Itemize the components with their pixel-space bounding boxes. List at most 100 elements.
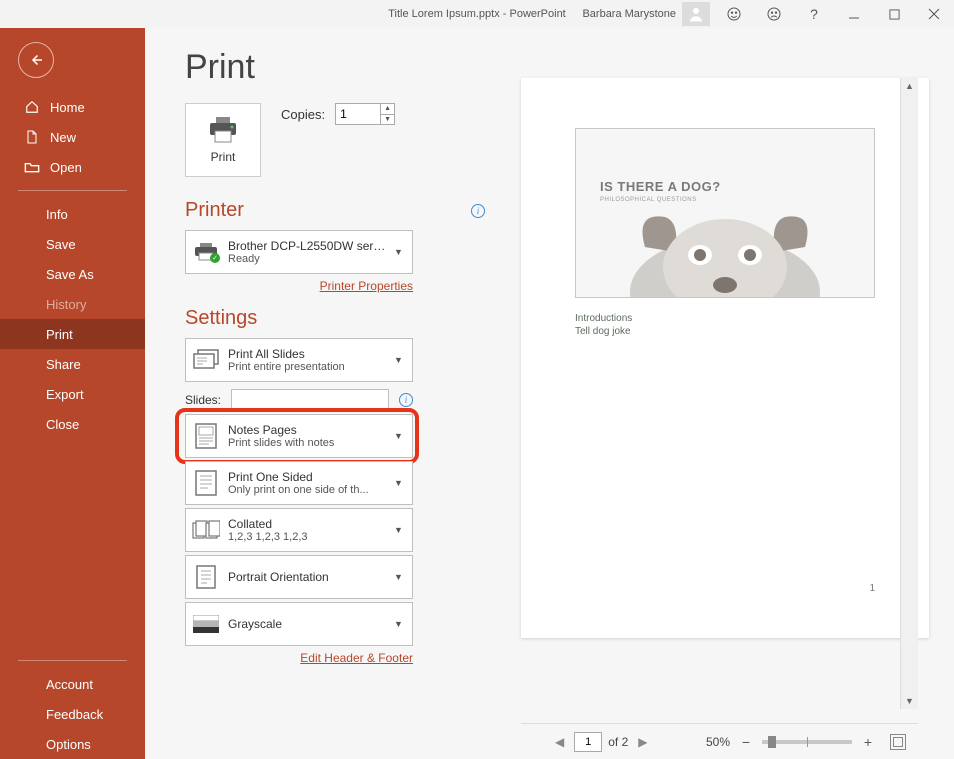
smile-icon[interactable] <box>714 0 754 28</box>
close-button[interactable] <box>914 0 954 28</box>
vertical-scrollbar[interactable]: ▲ ▼ <box>900 78 918 709</box>
portrait-icon <box>192 563 220 591</box>
print-panel: Print Print Copies: 1 ▲▼ <box>145 28 954 759</box>
sidebar-item-open[interactable]: Open <box>0 152 145 182</box>
current-page-input[interactable]: 1 <box>574 732 602 752</box>
avatar[interactable] <box>682 2 710 26</box>
frown-icon[interactable] <box>754 0 794 28</box>
preview-page: IS THERE A DOG? PHILOSOPHICAL QUESTIONS <box>521 78 929 638</box>
sides-dropdown[interactable]: Print One Sided Only print on one side o… <box>185 461 413 505</box>
sidebar-label: Save <box>46 237 76 252</box>
sidebar-label: Open <box>50 160 82 175</box>
sidebar-item-close[interactable]: Close <box>0 409 145 439</box>
preview-bottom-bar: ◀ 1 of 2 ▶ 50% − + <box>521 723 918 759</box>
sidebar-label: Options <box>46 737 91 752</box>
slide-title-text: IS THERE A DOG? <box>600 179 721 194</box>
sidebar-item-export[interactable]: Export <box>0 379 145 409</box>
help-icon[interactable]: ? <box>794 0 834 28</box>
sidebar-label: Print <box>46 327 73 342</box>
sidebar-label: Info <box>46 207 68 222</box>
chevron-down-icon: ▼ <box>394 247 406 257</box>
scroll-down-icon[interactable]: ▼ <box>901 693 918 709</box>
slides-range-input[interactable] <box>231 389 389 411</box>
collated-dropdown[interactable]: Collated 1,2,3 1,2,3 1,2,3 ▼ <box>185 508 413 552</box>
sidebar-label: Close <box>46 417 79 432</box>
settings-heading: Settings <box>185 307 257 330</box>
document-title: Title Lorem Ipsum.pptx - PowerPoint <box>388 8 566 20</box>
minimize-button[interactable] <box>834 0 874 28</box>
chevron-down-icon: ▼ <box>394 572 406 582</box>
layout-dropdown[interactable]: Notes Pages Print slides with notes ▼ <box>185 414 413 458</box>
chevron-down-icon: ▼ <box>394 431 406 441</box>
sidebar-separator <box>18 190 127 191</box>
zoom-out-button[interactable]: − <box>738 734 754 750</box>
scroll-up-icon[interactable]: ▲ <box>901 78 918 94</box>
backstage-sidebar: Home New Open Info Save Save As History … <box>0 28 145 759</box>
copies-input[interactable]: 1 ▲▼ <box>335 103 395 125</box>
fit-to-window-button[interactable] <box>890 734 906 750</box>
page-count-label: of 2 <box>608 735 628 749</box>
printer-status-icon: ✓ <box>192 238 220 266</box>
sidebar-item-share[interactable]: Share <box>0 349 145 379</box>
setting-title: Collated <box>228 517 386 531</box>
prev-page-button[interactable]: ◀ <box>551 735 568 749</box>
print-button[interactable]: Print <box>185 103 261 177</box>
preview-page-number: 1 <box>869 583 875 594</box>
maximize-button[interactable] <box>874 0 914 28</box>
sidebar-item-feedback[interactable]: Feedback <box>0 699 145 729</box>
back-button[interactable] <box>18 42 54 78</box>
print-button-label: Print <box>211 150 236 164</box>
print-range-dropdown[interactable]: Print All Slides Print entire presentati… <box>185 338 413 382</box>
sidebar-label: Home <box>50 100 85 115</box>
edit-header-footer-link[interactable]: Edit Header & Footer <box>300 651 413 665</box>
info-icon[interactable]: i <box>471 204 485 218</box>
notes-line: Tell dog joke <box>575 325 875 338</box>
print-preview: IS THERE A DOG? PHILOSOPHICAL QUESTIONS <box>521 78 888 709</box>
sidebar-item-home[interactable]: Home <box>0 92 145 122</box>
collated-icon <box>192 516 220 544</box>
sidebar-item-new[interactable]: New <box>0 122 145 152</box>
grayscale-icon <box>192 610 220 638</box>
sidebar-item-options[interactable]: Options <box>0 729 145 759</box>
printer-status: Ready <box>228 253 386 265</box>
setting-title: Print All Slides <box>228 347 386 361</box>
sidebar-item-print[interactable]: Print <box>0 319 145 349</box>
info-icon[interactable]: i <box>399 393 413 407</box>
page-title: Print <box>185 48 485 87</box>
zoom-slider[interactable] <box>762 740 852 744</box>
notes-page-icon <box>192 422 220 450</box>
setting-title: Portrait Orientation <box>228 570 386 584</box>
zoom-percent: 50% <box>706 735 730 749</box>
sidebar-label: History <box>46 297 86 312</box>
next-page-button[interactable]: ▶ <box>634 735 651 749</box>
setting-title: Print One Sided <box>228 470 386 484</box>
home-icon <box>24 99 40 115</box>
zoom-in-button[interactable]: + <box>860 734 876 750</box>
color-dropdown[interactable]: Grayscale ▼ <box>185 602 413 646</box>
slides-stack-icon <box>192 346 220 374</box>
sidebar-item-info[interactable]: Info <box>0 199 145 229</box>
sidebar-item-history: History <box>0 289 145 319</box>
sidebar-item-save[interactable]: Save <box>0 229 145 259</box>
slides-label: Slides: <box>185 393 225 407</box>
copies-spinner[interactable]: ▲▼ <box>380 104 394 124</box>
one-sided-icon <box>192 469 220 497</box>
setting-sub: Only print on one side of th... <box>228 484 386 496</box>
title-bar: Title Lorem Ipsum.pptx - PowerPoint Barb… <box>0 0 954 28</box>
printer-dropdown[interactable]: ✓ Brother DCP-L2550DW serie... Ready ▼ <box>185 230 413 274</box>
sidebar-label: Save As <box>46 267 94 282</box>
sidebar-label: Share <box>46 357 81 372</box>
slide-thumbnail: IS THERE A DOG? PHILOSOPHICAL QUESTIONS <box>575 128 875 298</box>
sidebar-item-save-as[interactable]: Save As <box>0 259 145 289</box>
sidebar-separator <box>18 660 127 661</box>
open-icon <box>24 159 40 175</box>
sidebar-item-account[interactable]: Account <box>0 669 145 699</box>
chevron-down-icon: ▼ <box>394 355 406 365</box>
copies-label: Copies: <box>281 107 325 122</box>
printer-properties-link[interactable]: Printer Properties <box>320 279 413 293</box>
orientation-dropdown[interactable]: Portrait Orientation ▼ <box>185 555 413 599</box>
printer-heading: Printer <box>185 199 244 222</box>
setting-sub: Print entire presentation <box>228 361 386 373</box>
dog-image <box>605 197 845 297</box>
notes-line: Introductions <box>575 312 875 325</box>
